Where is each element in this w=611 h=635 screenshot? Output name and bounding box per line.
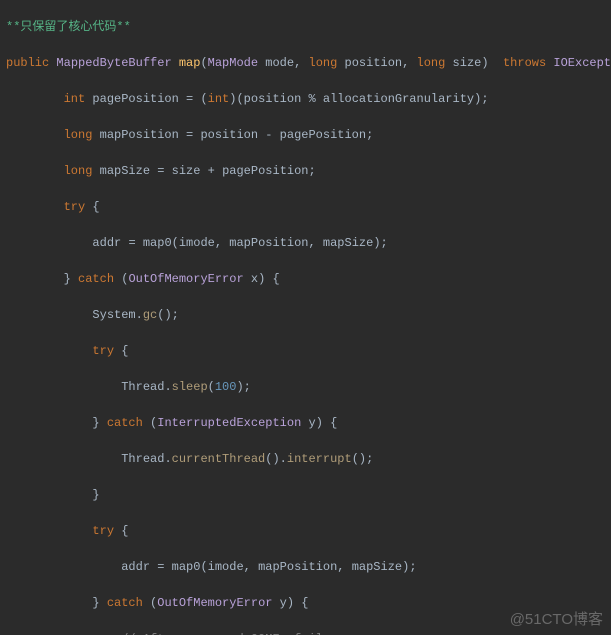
code-line: try { — [6, 522, 605, 540]
code-line: // After a second OOME, fail — [6, 630, 605, 635]
code-line: } catch (InterruptedException y) { — [6, 414, 605, 432]
code-line: } — [6, 486, 605, 504]
code-line: Thread.currentThread().interrupt(); — [6, 450, 605, 468]
code-line: long mapSize = size + pagePosition; — [6, 162, 605, 180]
code-line: addr = map0(imode, mapPosition, mapSize)… — [6, 558, 605, 576]
code-line: } catch (OutOfMemoryError x) { — [6, 270, 605, 288]
code-line: try { — [6, 342, 605, 360]
code-line: int pagePosition = (int)(position % allo… — [6, 90, 605, 108]
code-line: System.gc(); — [6, 306, 605, 324]
code-editor: **只保留了核心代码** public MappedByteBuffer map… — [0, 0, 611, 635]
code-line: addr = map0(imode, mapPosition, mapSize)… — [6, 234, 605, 252]
code-line: Thread.sleep(100); — [6, 378, 605, 396]
code-line: public MappedByteBuffer map(MapMode mode… — [6, 54, 605, 72]
code-line: } catch (OutOfMemoryError y) { — [6, 594, 605, 612]
comment-header: **只保留了核心代码** — [6, 18, 605, 36]
code-line: try { — [6, 198, 605, 216]
code-line: long mapPosition = position - pagePositi… — [6, 126, 605, 144]
